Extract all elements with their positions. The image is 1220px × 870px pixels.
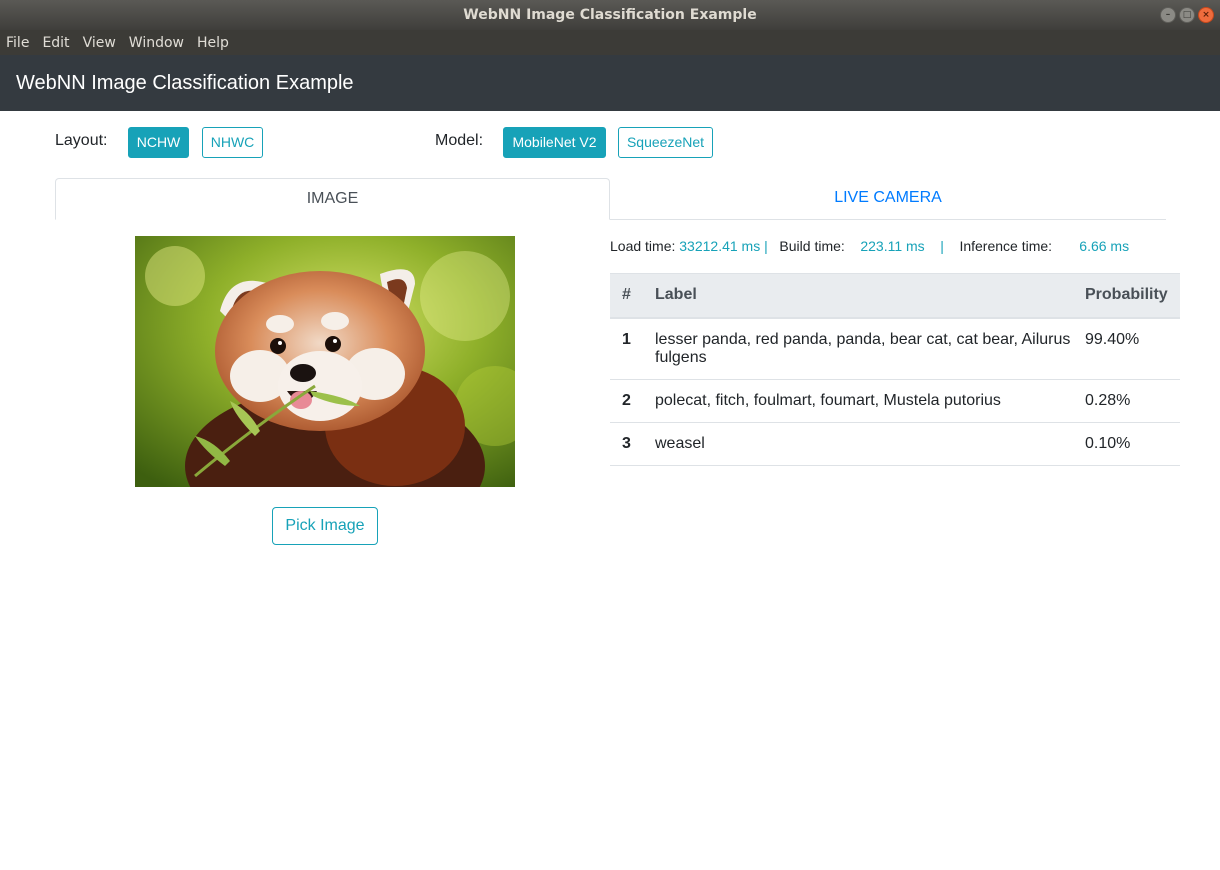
header-probability: Probability	[1085, 273, 1180, 319]
maximize-icon[interactable]: □	[1179, 7, 1195, 23]
table-row: 3 weasel 0.10%	[610, 422, 1180, 466]
window-titlebar: WebNN Image Classification Example – □ ×	[0, 0, 1220, 30]
layout-nhwc-button[interactable]: NHWC	[202, 127, 263, 158]
table-header-row: # Label Probability	[610, 273, 1180, 319]
app-header: WebNN Image Classification Example	[0, 55, 1220, 111]
page-title: WebNN Image Classification Example	[16, 72, 354, 94]
row-rank: 1	[610, 317, 655, 380]
row-label: lesser panda, red panda, panda, bear cat…	[655, 317, 1085, 380]
row-probability: 0.10%	[1085, 422, 1180, 466]
results-table: # Label Probability 1 lesser panda, red …	[610, 273, 1180, 466]
close-icon[interactable]: ×	[1198, 7, 1214, 23]
row-label: polecat, fitch, foulmart, foumart, Muste…	[655, 379, 1085, 423]
tab-image[interactable]: IMAGE	[55, 178, 610, 220]
model-label: Model:	[435, 132, 484, 149]
menu-edit[interactable]: Edit	[42, 35, 69, 51]
model-mobilenet-button[interactable]: MobileNet V2	[503, 127, 606, 158]
load-time-label: Load time:	[610, 238, 676, 254]
tab-live-camera[interactable]: LIVE CAMERA	[610, 178, 1166, 220]
inference-time-value: 6.66 ms	[1079, 238, 1130, 254]
menu-bar: File Edit View Window Help	[0, 30, 1220, 55]
layout-label: Layout:	[55, 132, 108, 149]
menu-file[interactable]: File	[6, 35, 29, 51]
row-probability: 0.28%	[1085, 379, 1180, 423]
inference-time-label: Inference time:	[959, 238, 1053, 254]
header-rank: #	[610, 273, 655, 319]
window-title: WebNN Image Classification Example	[463, 7, 757, 23]
timing-separator: |	[940, 238, 944, 254]
menu-view[interactable]: View	[83, 35, 116, 51]
pick-image-button[interactable]: Pick Image	[272, 507, 378, 545]
table-row: 1 lesser panda, red panda, panda, bear c…	[610, 317, 1180, 380]
menu-help[interactable]: Help	[197, 35, 229, 51]
window-controls: – □ ×	[1160, 7, 1214, 23]
menu-window[interactable]: Window	[129, 35, 184, 51]
load-time-value: 33212.41 ms |	[679, 238, 768, 254]
layout-nchw-button[interactable]: NCHW	[128, 127, 189, 158]
header-label: Label	[655, 273, 1085, 319]
selected-image	[135, 236, 515, 487]
build-time-label: Build time:	[779, 238, 845, 254]
model-squeezenet-button[interactable]: SqueezeNet	[618, 127, 713, 158]
row-rank: 3	[610, 422, 655, 466]
row-probability: 99.40%	[1085, 317, 1180, 380]
table-row: 2 polecat, fitch, foulmart, foumart, Mus…	[610, 379, 1180, 423]
row-rank: 2	[610, 379, 655, 423]
timing-info: Load time: 33212.41 ms | Build time: 223…	[610, 238, 1129, 254]
row-label: weasel	[655, 422, 1085, 466]
minimize-icon[interactable]: –	[1160, 7, 1176, 23]
build-time-value: 223.11 ms	[860, 238, 925, 254]
